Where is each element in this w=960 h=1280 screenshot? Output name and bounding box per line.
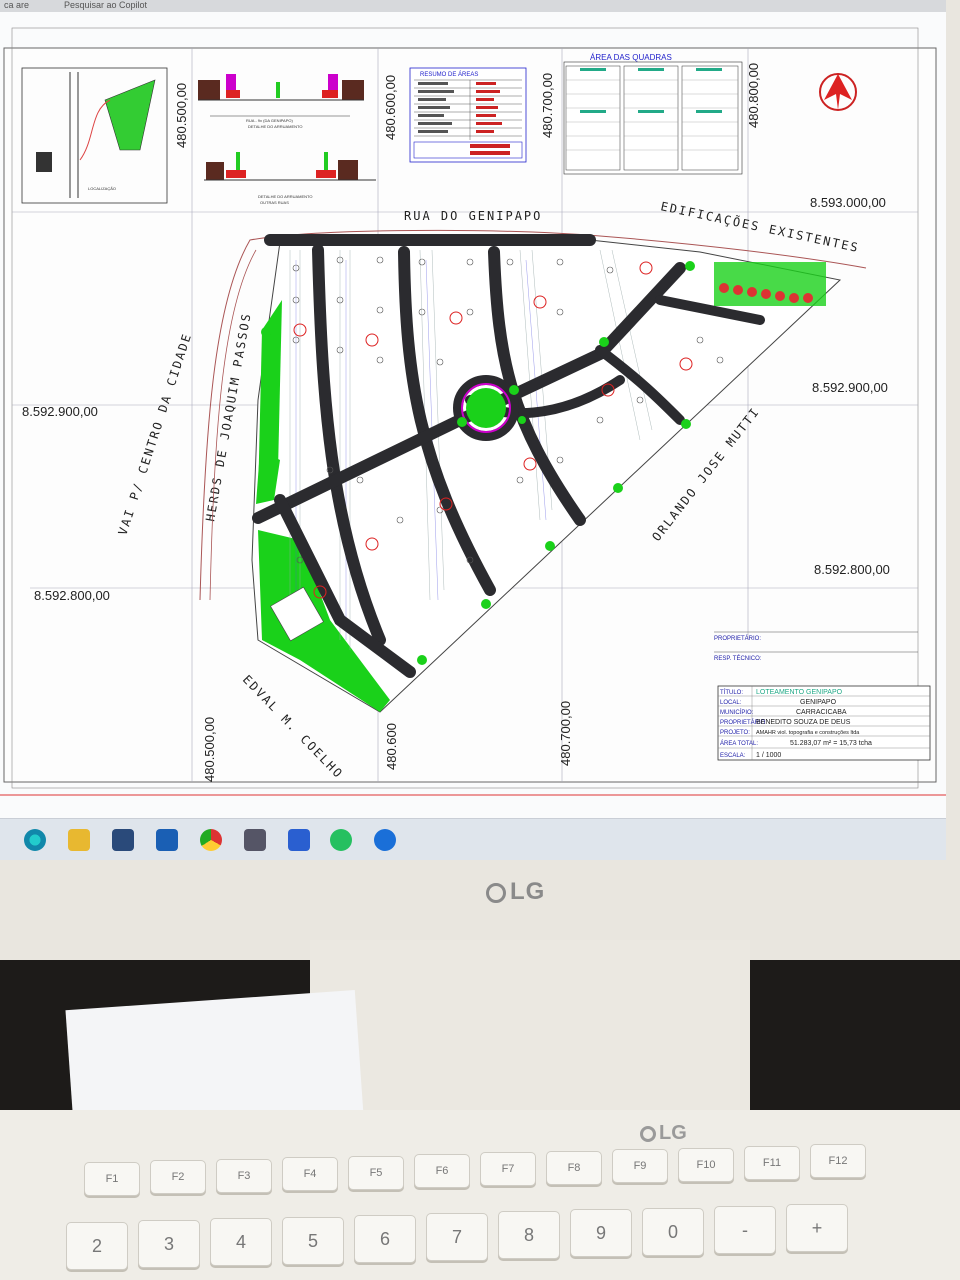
key-2[interactable]: 2 [66,1222,128,1270]
key-f7[interactable]: F7 [480,1152,536,1187]
svg-text:480.500,00: 480.500,00 [174,83,189,148]
whatsapp-icon[interactable] [330,829,352,851]
svg-text:480.500,00: 480.500,00 [202,717,217,782]
key-f9[interactable]: F9 [612,1149,668,1184]
file-explorer-icon[interactable] [68,829,90,851]
monitor: ca are Pesquisar ao Copilot LOCALIZAÇÃO … [0,0,960,960]
key-3[interactable]: 3 [138,1220,200,1269]
svg-text:ÁREA TOTAL:: ÁREA TOTAL: [720,740,758,747]
svg-text:1 / 1000: 1 / 1000 [756,752,781,759]
svg-text:480.800,00: 480.800,00 [746,63,761,128]
edge-icon[interactable] [24,829,46,851]
svg-text:TÍTULO:: TÍTULO: [720,689,743,696]
svg-text:8.592.900,00: 8.592.900,00 [22,404,98,419]
key-7[interactable]: 7 [426,1213,488,1261]
screen: ca are Pesquisar ao Copilot LOCALIZAÇÃO … [0,0,946,860]
svg-text:DETALHE DO ARRUAMENTO: DETALHE DO ARRUAMENTO [248,124,303,129]
key-f3[interactable]: F3 [216,1158,272,1193]
teamviewer-icon[interactable] [374,829,396,851]
key-f11[interactable]: F11 [744,1146,800,1180]
svg-text:480.600: 480.600 [384,723,399,770]
svg-text:MUNICÍPIO:: MUNICÍPIO: [720,709,754,716]
key-8[interactable]: 8 [498,1211,560,1260]
svg-text:RESUMO DE ÁREAS: RESUMO DE ÁREAS [420,71,478,78]
key-6[interactable]: 6 [354,1214,416,1263]
key-f4[interactable]: F4 [282,1157,338,1192]
svg-text:480.600,00: 480.600,00 [383,75,398,140]
svg-text:8.592.800,00: 8.592.800,00 [814,562,890,577]
key-plus[interactable]: + [786,1204,848,1252]
key-minus[interactable]: - [714,1205,776,1254]
areas-summary-table: RESUMO DE ÁREAS [409,67,527,163]
key-f12[interactable]: F12 [810,1144,866,1179]
svg-text:8.593.000,00: 8.593.000,00 [810,195,886,210]
key-f10[interactable]: F10 [678,1147,734,1182]
key-f5[interactable]: F5 [348,1155,404,1190]
blocks-area-table: ÁREA DAS QUADRAS [563,53,743,175]
monitor-brand-logo: LG [486,878,545,906]
svg-text:RUA - 9x (DA GENIPAPO): RUA - 9x (DA GENIPAPO) [246,118,293,123]
chrome-icon[interactable] [200,829,222,851]
svg-text:LOCALIZAÇÃO: LOCALIZAÇÃO [88,186,116,191]
key-f2[interactable]: F2 [150,1160,206,1195]
key-0[interactable]: 0 [642,1207,704,1256]
keyboard-brand-logo: LG [640,1122,687,1145]
svg-text:PROJETO:: PROJETO: [720,730,750,736]
svg-text:AMAHR viol. topografia e const: AMAHR viol. topografia e construções ltd… [756,730,860,736]
svg-text:480.700,00: 480.700,00 [540,73,555,138]
key-f1[interactable]: F1 [84,1162,140,1196]
store-icon[interactable] [112,829,134,851]
svg-text:BENEDITO SOUZA DE DEUS: BENEDITO SOUZA DE DEUS [756,719,851,726]
svg-text:GENIPAPO: GENIPAPO [800,699,837,706]
svg-text:ESCALA:: ESCALA: [720,753,746,759]
svg-text:480.700,00: 480.700,00 [558,701,573,766]
taskbar [0,818,946,860]
svg-text:8.592.800,00: 8.592.800,00 [34,588,110,603]
key-f8[interactable]: F8 [546,1150,602,1185]
svg-text:PROPRIETÁRIO:: PROPRIETÁRIO: [714,635,761,642]
svg-text:OUTRAS RUAS: OUTRAS RUAS [260,200,289,205]
key-f6[interactable]: F6 [414,1154,470,1188]
svg-text:RESP. TÉCNICO:: RESP. TÉCNICO: [714,655,762,662]
autocad-icon[interactable] [288,829,310,851]
key-9[interactable]: 9 [570,1209,632,1258]
cad-drawing[interactable]: LOCALIZAÇÃO RUA - 9x (DA GENIPAPO) DETAL… [0,0,946,818]
svg-text:LOCAL:: LOCAL: [720,700,742,706]
key-5[interactable]: 5 [282,1216,344,1265]
svg-text:RUA DO GENIPAPO: RUA DO GENIPAPO [404,209,542,223]
svg-text:8.592.900,00: 8.592.900,00 [812,380,888,395]
svg-text:LOTEAMENTO GENIPAPO: LOTEAMENTO GENIPAPO [756,689,843,696]
mail-icon[interactable] [156,829,178,851]
key-4[interactable]: 4 [210,1218,272,1267]
svg-text:51.283,07 m² = 15,73 tcha: 51.283,07 m² = 15,73 tcha [790,740,872,747]
svg-text:DETALHE DO ARRUAMENTO: DETALHE DO ARRUAMENTO [258,194,313,199]
app-icon[interactable] [244,829,266,851]
monitor-stand [310,940,750,1120]
svg-text:CARRACICABA: CARRACICABA [796,709,847,716]
keyboard: F1 F2 F3 F4 F5 F6 F7 F8 F9 F10 F11 F12 2 3 4 5 6 7 8 9 0- + [0,1110,960,1280]
svg-text:ÁREA DAS QUADRAS: ÁREA DAS QUADRAS [590,53,672,62]
